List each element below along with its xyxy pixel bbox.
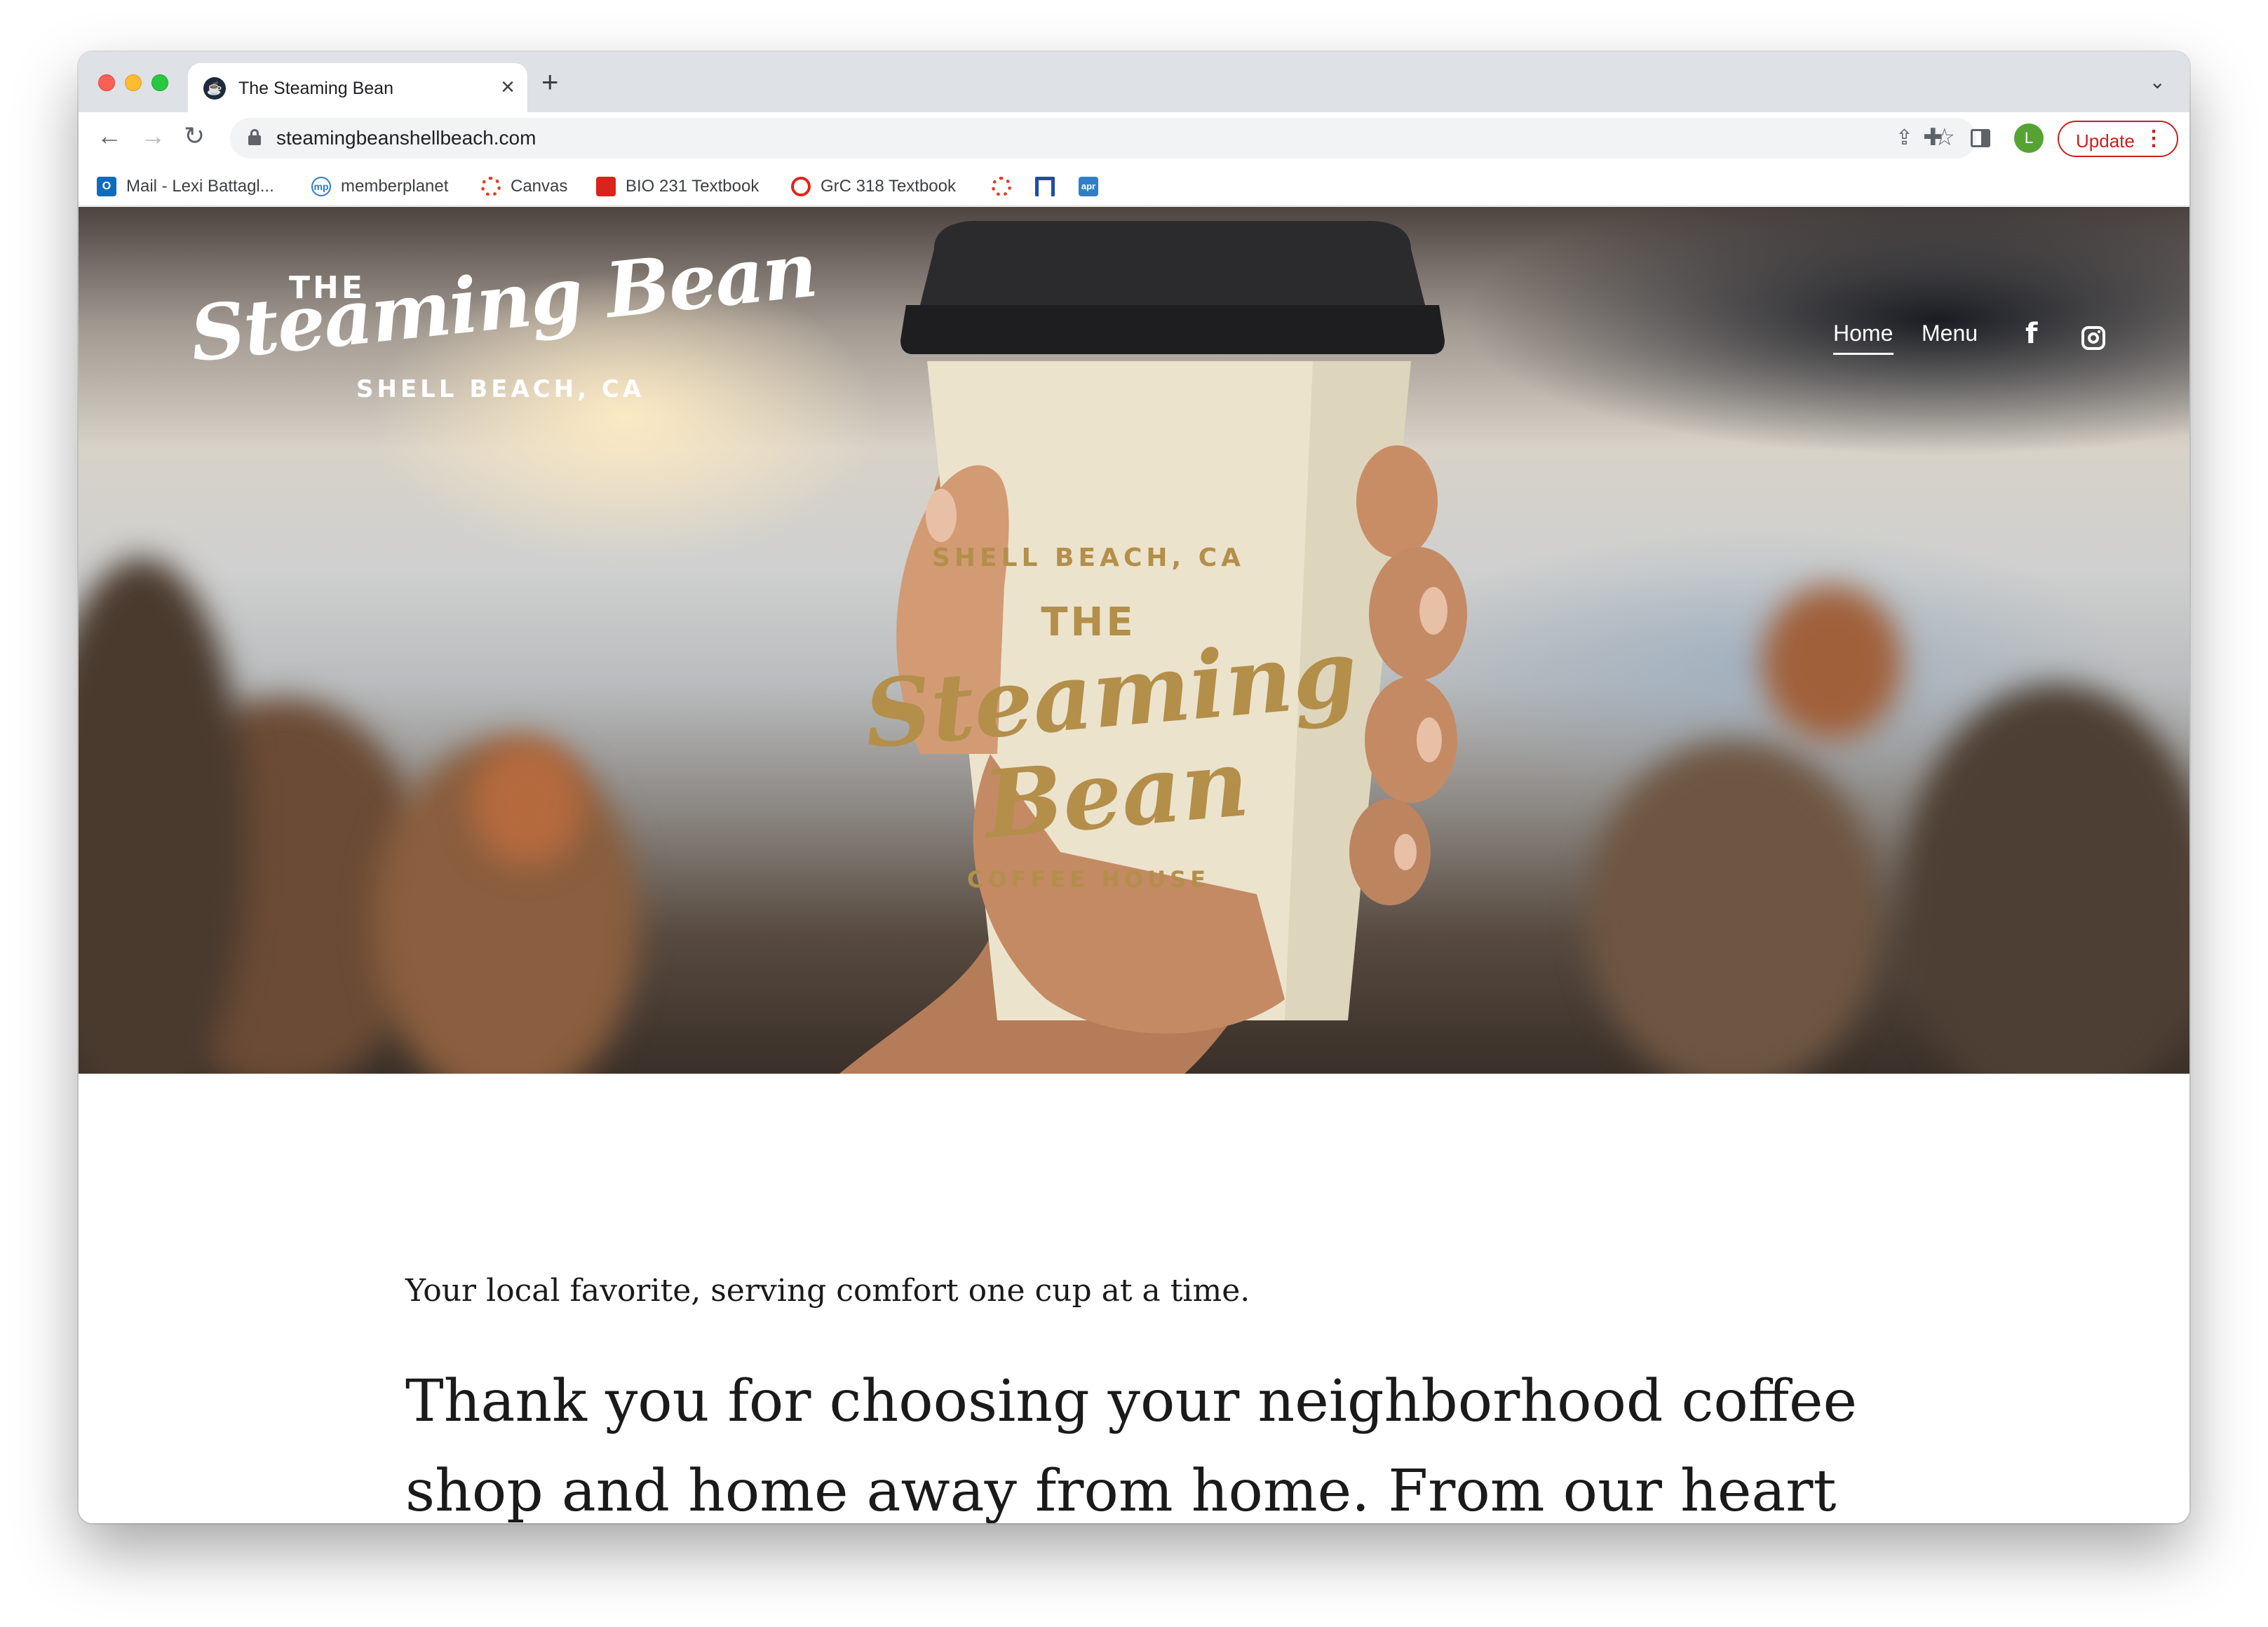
tab-title: The Steaming Bean (238, 79, 393, 98)
browser-window: ☕ The Steaming Bean × + ⌄ ← → ↻ steaming… (79, 52, 2189, 1523)
bookmark-label: memberplanet (341, 177, 449, 196)
bookmark-label: GrC 318 Textbook (821, 177, 956, 196)
forward-icon[interactable]: → (140, 122, 166, 150)
extensions-icon[interactable]: ✚ (1923, 123, 1943, 151)
browser-toolbar: ← → ↻ steamingbeanshellbeach.com ⇪ ☆ ✚ L… (79, 112, 2189, 166)
bookmark-label: Mail - Lexi Battagl... (126, 177, 274, 196)
outlook-icon: O (97, 177, 116, 196)
grc-icon (791, 177, 811, 196)
bookmark-n[interactable] (1035, 175, 1065, 198)
maximize-window-button[interactable] (151, 74, 168, 91)
new-tab-button[interactable]: + (541, 67, 559, 97)
bookmark-mail[interactable]: O Mail - Lexi Battagl... (97, 175, 274, 198)
bookmark-label: BIO 231 Textbook (626, 177, 760, 196)
canvas-icon (992, 177, 1011, 196)
bookmark-canvas-2[interactable] (992, 175, 1021, 198)
bookmark-grc-textbook[interactable]: GrC 318 Textbook (791, 175, 956, 198)
avatar[interactable]: L (2014, 123, 2044, 153)
bookmark-label: Canvas (511, 177, 568, 196)
share-icon[interactable]: ⇪ (1896, 126, 1913, 150)
grass-blur (1762, 586, 1902, 740)
canvas-icon (481, 177, 501, 196)
grass-blur (1586, 740, 1881, 1074)
close-window-button[interactable] (98, 74, 115, 91)
memberplanet-icon: mp (311, 177, 331, 196)
grass-blur (79, 558, 247, 1074)
nav-home-link[interactable]: Home (1833, 320, 1893, 346)
url-text[interactable]: steamingbeanshellbeach.com (276, 127, 536, 149)
site-logo[interactable]: THE Steaming Bean SHELL BEACH, CA (186, 226, 820, 410)
cup-logo: SHELL BEACH, CA THE Steaming Bean COFFEE… (860, 544, 1361, 936)
nav-active-underline (1833, 353, 1894, 355)
instagram-icon[interactable] (2081, 326, 2105, 350)
logo-location: SHELL BEACH, CA (356, 375, 645, 403)
tab-strip: ☕ The Steaming Bean × + ⌄ (79, 52, 2189, 112)
update-label: Update (2076, 130, 2135, 151)
logo-name: Steaming Bean (186, 225, 821, 379)
facebook-icon[interactable]: f (2025, 318, 2037, 350)
bookmark-canvas[interactable]: Canvas (481, 175, 567, 198)
address-bar[interactable]: steamingbeanshellbeach.com ⇪ ☆ (230, 118, 1976, 158)
tab-close-icon[interactable]: × (501, 73, 515, 101)
hero-banner: SHELL BEACH, CA THE Steaming Bean COFFEE… (79, 207, 2189, 1074)
bookmark-apr[interactable]: apr (1079, 175, 1108, 198)
back-icon[interactable]: ← (97, 122, 122, 150)
grass-blur (1902, 684, 2189, 1074)
apr-icon: apr (1079, 177, 1098, 196)
cup-logo-location: SHELL BEACH, CA (932, 544, 1245, 572)
tab-active[interactable]: ☕ The Steaming Bean × (188, 63, 527, 112)
cup-logo-coffee-house: COFFEE HOUSE (966, 866, 1210, 893)
update-button[interactable]: Update ⋮ (2058, 121, 2178, 157)
lock-icon[interactable] (248, 129, 261, 145)
bookmark-memberplanet[interactable]: mp memberplanet (311, 175, 448, 198)
nav-menu-link[interactable]: Menu (1922, 320, 1978, 346)
bookmark-bio-textbook[interactable]: BIO 231 Textbook (596, 175, 759, 198)
minimize-window-button[interactable] (125, 74, 142, 91)
bookmarks-bar: O Mail - Lexi Battagl... mp memberplanet… (79, 166, 2189, 206)
intro-headline: Thank you for choosing your neighborhood… (405, 1368, 1858, 1523)
site-favicon-icon: ☕ (203, 77, 226, 100)
side-panel-icon[interactable] (1971, 129, 1990, 147)
tab-search-icon[interactable]: ⌄ (2149, 70, 2166, 93)
textbook-icon (596, 177, 616, 196)
web-page: SHELL BEACH, CA THE Steaming Bean COFFEE… (79, 207, 2189, 1523)
more-icon[interactable]: ⋮ (2143, 126, 2164, 151)
n-icon (1035, 177, 1055, 196)
tagline: Your local favorite, serving comfort one… (405, 1273, 1250, 1309)
grass-blur (471, 740, 583, 866)
reload-icon[interactable]: ↻ (184, 122, 205, 150)
